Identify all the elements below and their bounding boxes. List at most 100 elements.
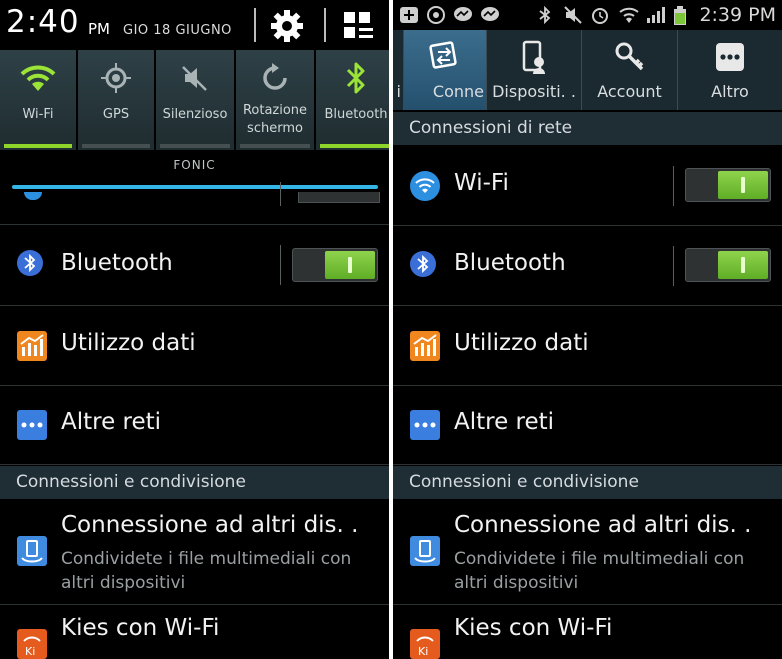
device-icon xyxy=(487,40,581,74)
list-item-other-networks[interactable]: Altre reti xyxy=(393,386,782,465)
qs-tile-label: Wi-Fi xyxy=(22,107,54,122)
connect-devices-subtitle: Condividete i file multimediali con altr… xyxy=(454,549,745,593)
bluetooth-status-icon xyxy=(538,5,558,25)
tab-label: Conne xyxy=(432,82,484,101)
list-item-other-networks[interactable]: Altre reti xyxy=(0,386,389,465)
wifi-title: Wi-Fi xyxy=(454,170,509,196)
qs-tile-label: Silenzioso xyxy=(162,107,228,122)
tab-label: Account xyxy=(597,82,662,101)
header-divider xyxy=(254,8,256,42)
qs-tile-gps[interactable]: GPS xyxy=(78,50,154,150)
tab-account[interactable]: Account xyxy=(582,30,678,110)
list-item-wifi-partial xyxy=(0,182,389,225)
alarm-icon xyxy=(590,6,610,24)
signal-icon xyxy=(646,6,666,24)
messenger-icon xyxy=(480,6,500,24)
kies-title: Kies con Wi-Fi xyxy=(61,615,220,641)
gear-icon[interactable] xyxy=(270,9,304,43)
section-header-network: Connessioni di rete xyxy=(393,112,782,145)
connections-icon xyxy=(404,40,486,74)
data-usage-title: Utilizzo dati xyxy=(454,330,589,356)
qs-tile-indicator xyxy=(4,144,72,148)
toggle-divider xyxy=(280,245,281,285)
list-item-data-usage[interactable]: Utilizzo dati xyxy=(0,306,389,386)
header-divider xyxy=(324,8,326,42)
kies-title: Kies con Wi-Fi xyxy=(454,615,613,641)
clock-ampm: PM xyxy=(88,20,110,38)
list-item-kies[interactable]: Ki Kies con Wi-Fi xyxy=(0,605,389,659)
section-header-sharing: Connessioni e condivisione xyxy=(0,466,389,499)
notification-shade-screen: 2:40 PM GIO 18 GIUGNO Wi-Fi GPS Silenzio… xyxy=(0,0,389,659)
tab-label: Dispositi. . xyxy=(492,82,576,101)
toggle-divider xyxy=(280,182,281,206)
qs-tile-indicator xyxy=(82,144,150,148)
wifi-toggle[interactable] xyxy=(685,168,771,202)
add-notification-icon xyxy=(399,6,419,24)
status-time: 2:39 PM xyxy=(699,4,776,26)
bluetooth-icon xyxy=(316,58,389,98)
clock: 2:40 xyxy=(6,4,80,40)
date-label: GIO 18 GIUGNO xyxy=(123,23,232,38)
quick-settings-row: Wi-Fi GPS Silenzioso Rotazione schermo B… xyxy=(0,50,389,152)
qs-tile-indicator xyxy=(160,144,230,148)
more-icon xyxy=(678,40,782,74)
list-item-connect-devices[interactable]: Connessione ad altri dis. . Condividete … xyxy=(393,500,782,605)
toggle-partial xyxy=(298,192,380,203)
tab-label: i xyxy=(396,82,401,101)
list-item-data-usage[interactable]: Utilizzo dati xyxy=(393,306,782,386)
list-item-wifi[interactable]: Wi-Fi xyxy=(393,146,782,226)
qs-tile-silent[interactable]: Silenzioso xyxy=(156,50,234,150)
tab-label: Altro xyxy=(711,82,749,101)
wifi-icon xyxy=(410,171,440,201)
quick-panel-grid-icon[interactable] xyxy=(342,10,376,42)
mute-icon xyxy=(156,58,234,98)
tab-connections[interactable]: Conne xyxy=(404,30,487,110)
share-devices-icon xyxy=(17,536,47,566)
shade-drag-handle[interactable] xyxy=(12,185,378,189)
carrier-label: FONIC xyxy=(173,158,216,172)
bluetooth-icon xyxy=(410,251,440,281)
status-bar: 2:39 PM xyxy=(393,0,782,30)
gps-icon xyxy=(78,58,154,98)
data-usage-title: Utilizzo dati xyxy=(61,330,196,356)
mute-status-icon xyxy=(563,6,583,24)
kies-icon: Ki xyxy=(410,629,440,659)
list-item-connect-devices[interactable]: Connessione ad altri dis. . Condividete … xyxy=(0,500,389,605)
section-title: Connessioni e condivisione xyxy=(16,472,246,492)
qs-tile-rotation[interactable]: Rotazione schermo xyxy=(236,50,314,150)
rotate-icon xyxy=(236,58,314,98)
bluetooth-title: Bluetooth xyxy=(61,250,173,276)
battery-icon xyxy=(673,6,693,25)
tab-partial[interactable]: i xyxy=(393,30,404,110)
kies-icon: Ki xyxy=(17,629,47,659)
list-item-bluetooth[interactable]: Bluetooth xyxy=(393,226,782,306)
connect-devices-title: Connessione ad altri dis. . xyxy=(61,512,359,538)
qs-tile-wifi[interactable]: Wi-Fi xyxy=(0,50,76,150)
section-title: Connessioni di rete xyxy=(409,118,573,138)
bluetooth-title: Bluetooth xyxy=(454,250,566,276)
bluetooth-toggle[interactable] xyxy=(685,248,771,282)
svg-text:Ki: Ki xyxy=(25,645,35,658)
bluetooth-toggle[interactable] xyxy=(292,248,378,282)
more-networks-icon xyxy=(410,410,440,440)
data-usage-icon xyxy=(410,331,440,361)
list-item-bluetooth[interactable]: Bluetooth xyxy=(0,225,389,306)
toggle-divider xyxy=(673,246,674,286)
list-item-kies[interactable]: Ki Kies con Wi-Fi xyxy=(393,605,782,659)
data-usage-icon xyxy=(17,331,47,361)
qs-tile-label: Bluetooth xyxy=(324,107,388,122)
qs-tile-bluetooth[interactable]: Bluetooth xyxy=(316,50,389,150)
qs-tile-label: GPS xyxy=(102,107,130,122)
toggle-divider xyxy=(673,166,674,206)
wifi-status-icon xyxy=(618,6,639,24)
more-networks-icon xyxy=(17,410,47,440)
qs-tile-indicator xyxy=(320,144,389,148)
other-networks-title: Altre reti xyxy=(61,409,162,435)
settings-screen: 2:39 PM i Conne Dispositi. . Account Alt… xyxy=(393,0,782,659)
shade-header: 2:40 PM GIO 18 GIUGNO xyxy=(0,0,389,50)
wifi-icon xyxy=(0,58,76,98)
section-title: Connessioni e condivisione xyxy=(409,472,639,492)
section-header-sharing: Connessioni e condivisione xyxy=(393,466,782,499)
tab-devices[interactable]: Dispositi. . xyxy=(487,30,582,110)
tab-more[interactable]: Altro xyxy=(678,30,782,110)
